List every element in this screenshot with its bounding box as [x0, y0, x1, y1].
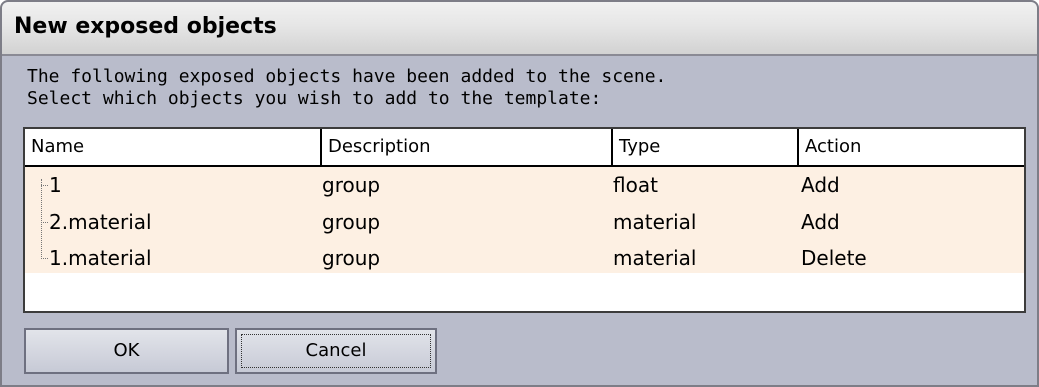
row-action[interactable]: Delete [801, 240, 867, 276]
table-row[interactable]: 2.material group material Add [25, 204, 1024, 240]
row-name: 1.material [49, 246, 152, 270]
dialog-title: New exposed objects [14, 14, 277, 39]
ok-button[interactable]: OK [24, 328, 229, 374]
dialog-titlebar[interactable]: New exposed objects [2, 2, 1037, 56]
cancel-button[interactable]: Cancel [235, 328, 437, 374]
column-header-description[interactable]: Description [322, 129, 613, 165]
message-line-2: Select which objects you wish to add to … [27, 88, 602, 109]
column-header-name[interactable]: Name [25, 129, 322, 165]
list-header: Name Description Type Action [25, 129, 1024, 167]
message-line-1: The following exposed objects have been … [27, 66, 667, 87]
column-header-type[interactable]: Type [613, 129, 799, 165]
table-row[interactable]: 1.material group material Delete [25, 240, 1024, 276]
row-name: 2.material [49, 210, 152, 234]
row-type: float [613, 173, 658, 197]
row-type: material [613, 210, 697, 234]
row-action[interactable]: Add [801, 167, 840, 203]
new-exposed-objects-dialog: New exposed objects The following expose… [0, 0, 1039, 387]
row-action[interactable]: Add [801, 204, 840, 240]
cancel-button-label: Cancel [305, 340, 367, 361]
table-row[interactable]: 1 group float Add [25, 167, 1024, 203]
row-type: material [613, 246, 697, 270]
row-description: group [322, 210, 381, 234]
exposed-objects-list[interactable]: Name Description Type Action 1 group flo… [23, 127, 1026, 313]
row-name: 1 [49, 173, 62, 197]
column-header-action[interactable]: Action [799, 129, 1024, 165]
row-description: group [322, 246, 381, 270]
dialog-message: The following exposed objects have been … [27, 66, 666, 110]
ok-button-label: OK [113, 340, 140, 361]
row-description: group [322, 173, 381, 197]
